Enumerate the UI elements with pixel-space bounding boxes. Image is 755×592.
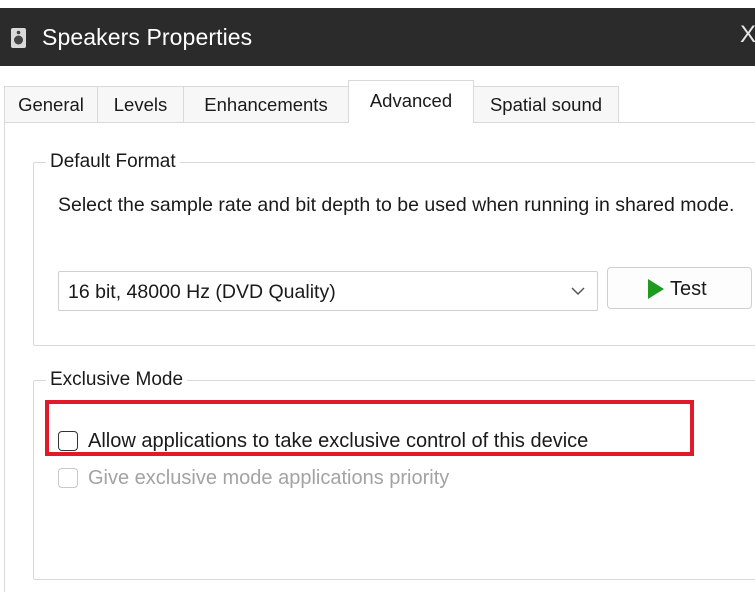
exclusive-priority-checkbox — [58, 468, 78, 488]
dialog-body: General Levels Enhancements Advanced Spa… — [0, 66, 755, 592]
close-button[interactable]: X — [740, 20, 755, 50]
tab-levels[interactable]: Levels — [97, 86, 184, 122]
test-button[interactable]: Test — [607, 267, 752, 309]
title-bar: Speakers Properties X — [0, 8, 755, 66]
selected-format: 16 bit, 48000 Hz (DVD Quality) — [68, 281, 336, 303]
tab-general[interactable]: General — [4, 86, 98, 122]
tab-label: Levels — [113, 94, 168, 115]
default-format-description: Select the sample rate and bit depth to … — [58, 194, 735, 216]
tab-spatial-sound[interactable]: Spatial sound — [473, 86, 619, 122]
tab-advanced[interactable]: Advanced — [348, 80, 474, 123]
window-title: Speakers Properties — [42, 24, 253, 50]
default-format-group: Default Format Select the sample rate an… — [33, 149, 755, 346]
default-format-select[interactable]: 16 bit, 48000 Hz (DVD Quality) — [58, 271, 598, 311]
tab-label: General — [18, 94, 84, 115]
tab-label: Enhancements — [204, 94, 328, 115]
tab-label: Spatial sound — [489, 94, 603, 115]
play-icon — [648, 279, 664, 299]
exclusive-priority-row: Give exclusive mode applications priorit… — [58, 465, 538, 493]
tab-enhancements[interactable]: Enhancements — [183, 86, 349, 122]
exclusive-mode-legend: Exclusive Mode — [46, 367, 188, 393]
highlight-annotation — [45, 400, 694, 456]
speaker-icon — [11, 28, 26, 48]
test-button-label: Test — [670, 278, 707, 300]
tab-label: Advanced — [369, 90, 453, 111]
chevron-down-icon — [571, 287, 585, 296]
exclusive-priority-label: Give exclusive mode applications priorit… — [88, 467, 450, 489]
top-strip — [0, 0, 755, 8]
default-format-legend: Default Format — [46, 149, 180, 175]
tab-panel-advanced: Default Format Select the sample rate an… — [4, 122, 755, 592]
